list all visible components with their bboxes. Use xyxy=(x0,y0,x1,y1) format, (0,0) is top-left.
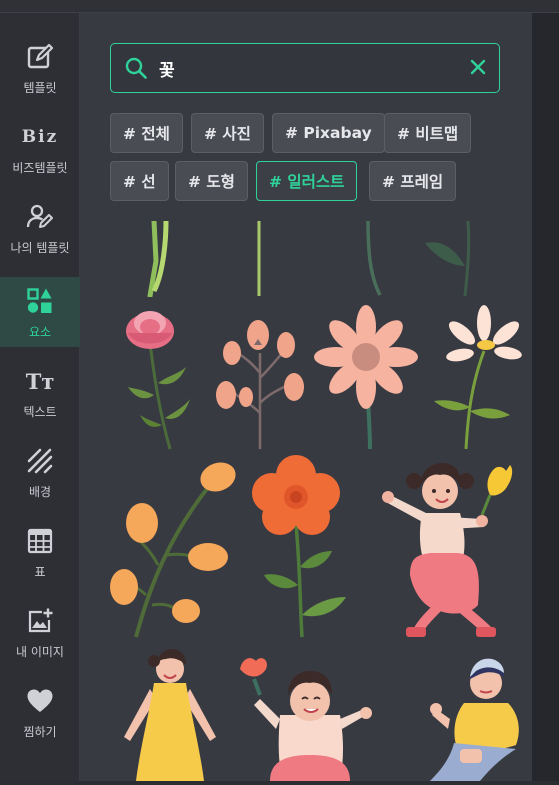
add-image-icon xyxy=(26,607,54,635)
sidebar-item-label: 찜하기 xyxy=(23,725,57,739)
filter-tag-line[interactable]: # 선 xyxy=(110,161,169,201)
background-icon xyxy=(26,447,54,475)
sidebar-item-my-template[interactable]: 나의 템플릿 xyxy=(0,193,80,263)
cheering-girl-illustration[interactable] xyxy=(230,649,390,781)
sidebar-item-label: 비즈템플릿 xyxy=(12,161,68,175)
search-icon xyxy=(125,57,147,83)
sidebar-item-label: 텍스트 xyxy=(23,405,57,419)
sidebar-item-elements[interactable]: 요소 xyxy=(0,277,80,347)
biz-icon-glyph: Biz xyxy=(21,127,59,147)
girl-with-flower-illustration[interactable] xyxy=(370,455,520,645)
my-template-icon xyxy=(26,203,54,231)
sidebar-item-label: 나의 템플릿 xyxy=(10,241,70,255)
filter-tag-frame[interactable]: # 프레임 xyxy=(369,161,457,201)
flower-stem-2[interactable] xyxy=(210,221,310,297)
elements-panel: # 전체 # 사진 # Pixabay # 비트맵 # 선 # 도형 # 일러스… xyxy=(80,13,532,781)
filter-tag-all[interactable]: # 전체 xyxy=(110,113,183,153)
clear-search-icon[interactable] xyxy=(469,58,487,80)
sidebar-item-label: 요소 xyxy=(28,325,52,339)
sidebar-item-favorites[interactable]: 찜하기 xyxy=(0,677,80,747)
sidebar-item-label: 내 이미지 xyxy=(16,645,64,659)
filter-tag-illustration[interactable]: # 일러스트 xyxy=(256,161,358,201)
peach-buds-illustration[interactable] xyxy=(210,303,310,451)
flower-stem-3[interactable] xyxy=(320,220,420,297)
pink-daisy-illustration[interactable] xyxy=(310,303,422,451)
text-icon: Tт xyxy=(25,367,55,395)
sidebar-item-template[interactable]: 템플릿 xyxy=(0,33,80,103)
scroll-track[interactable] xyxy=(532,13,559,781)
pink-rose-illustration[interactable] xyxy=(110,303,210,451)
sidebar: 템플릿 Biz 비즈템플릿 나의 템플릿 요소 Tт 텍스트 배경 표 내 이미… xyxy=(0,13,80,781)
sidebar-item-biz-template[interactable]: Biz 비즈템플릿 xyxy=(0,113,80,183)
sidebar-item-my-image[interactable]: 내 이미지 xyxy=(0,597,80,667)
heart-icon xyxy=(26,687,54,715)
text-icon-glyph: Tт xyxy=(25,368,55,394)
white-daisy-illustration[interactable] xyxy=(422,303,522,451)
search-box[interactable] xyxy=(110,43,500,93)
girl-yellow-dress-illustration[interactable] xyxy=(110,649,230,781)
biz-icon: Biz xyxy=(22,123,56,151)
table-icon xyxy=(26,527,54,555)
filter-tag-shape[interactable]: # 도형 xyxy=(175,161,248,201)
filter-tag-pixabay[interactable]: # Pixabay xyxy=(272,113,385,153)
sidebar-item-label: 배경 xyxy=(28,485,52,499)
top-bar xyxy=(0,0,559,13)
flower-stem-4[interactable] xyxy=(410,220,510,297)
sidebar-item-table[interactable]: 표 xyxy=(0,517,80,587)
orange-buds-illustration[interactable] xyxy=(110,455,240,639)
sidebar-item-label: 템플릿 xyxy=(23,81,57,95)
sidebar-item-background[interactable]: 배경 xyxy=(0,437,80,507)
sidebar-item-label: 표 xyxy=(34,565,46,579)
filter-tag-photo[interactable]: # 사진 xyxy=(191,113,264,153)
elements-icon xyxy=(26,287,54,315)
sidebar-item-text[interactable]: Tт 텍스트 xyxy=(0,357,80,427)
filter-tag-bitmap[interactable]: # 비트맵 xyxy=(384,113,472,153)
template-icon xyxy=(26,43,54,71)
flower-stem-1[interactable] xyxy=(110,218,210,299)
search-input[interactable] xyxy=(159,54,459,82)
orange-flower-illustration[interactable] xyxy=(250,455,360,639)
boy-sitting-illustration[interactable] xyxy=(420,649,530,781)
